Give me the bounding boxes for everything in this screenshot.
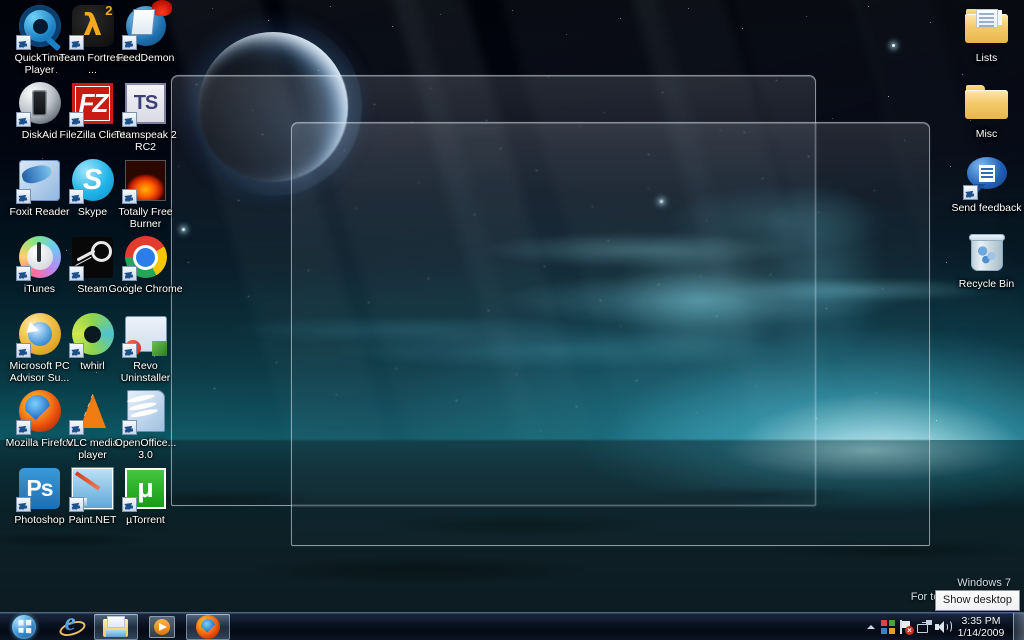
desktop-icon-label: Misc [949, 129, 1024, 141]
aero-peek-window-2[interactable] [291, 122, 930, 546]
shortcut-overlay-icon [963, 185, 978, 200]
desktop-icon-label: Teamspeak 2 RC2 [108, 130, 183, 153]
desktop-icon-teamspeak[interactable]: TS Teamspeak 2 RC2 [108, 79, 183, 153]
taskbar-button-windows-explorer[interactable] [94, 614, 138, 640]
desktop-icon-feeddemon[interactable]: FeedDemon [108, 2, 183, 65]
desktop-icon-label: µTorrent [108, 515, 183, 527]
desktop-icon-label: OpenOffice... 3.0 [108, 438, 183, 461]
show-desktop-button[interactable] [1013, 613, 1024, 640]
shortcut-overlay-icon [69, 35, 84, 50]
shortcut-overlay-icon [69, 266, 84, 281]
shortcut-overlay-icon [16, 343, 31, 358]
watermark-line-1: Windows 7 [911, 576, 1011, 590]
shortcut-overlay-icon [16, 189, 31, 204]
internet-explorer-icon [58, 614, 83, 639]
desktop-icon-label: Revo Uninstaller [108, 361, 183, 384]
shortcut-overlay-icon [69, 497, 84, 512]
shortcut-overlay-icon [69, 189, 84, 204]
windows-logo-icon [12, 615, 36, 639]
shortcut-overlay-icon [122, 189, 137, 204]
shortcut-overlay-icon [122, 420, 137, 435]
openoffice-icon [122, 387, 170, 435]
shortcut-overlay-icon [16, 112, 31, 127]
shortcut-overlay-icon [69, 343, 84, 358]
taskbar-button-internet-explorer[interactable] [48, 614, 92, 640]
taskbar-button-windows-media-player[interactable] [140, 614, 184, 640]
shortcut-overlay-icon [69, 112, 84, 127]
show-desktop-tooltip: Show desktop [935, 590, 1020, 611]
shortcut-overlay-icon [122, 497, 137, 512]
desktop-icon-label: Send feedback [949, 203, 1024, 215]
desktop-icon-google-chrome[interactable]: Google Chrome [108, 233, 183, 296]
volume-icon[interactable] [933, 616, 951, 638]
feeddemon-icon [122, 2, 170, 50]
clock[interactable]: 3:35 PM 1/14/2009 [951, 615, 1013, 639]
shortcut-overlay-icon [69, 420, 84, 435]
mozilla-firefox-icon [196, 615, 220, 639]
desktop-icon-label: Recycle Bin [949, 279, 1024, 291]
taskbar-button-mozilla-firefox[interactable] [186, 614, 230, 640]
utorrent-icon: μ [122, 464, 170, 512]
desktop-icon-label: Google Chrome [108, 284, 183, 296]
shortcut-overlay-icon [122, 343, 137, 358]
recycle-bin-icon [963, 228, 1011, 276]
teamspeak-icon: TS [122, 79, 170, 127]
shortcut-overlay-icon [16, 497, 31, 512]
shortcut-overlay-icon [16, 266, 31, 281]
revo-uninstaller-icon [122, 310, 170, 358]
google-chrome-icon [122, 233, 170, 281]
windows-explorer-icon [103, 616, 129, 638]
folder-documents-icon [963, 2, 1011, 50]
taskbar[interactable]: × 3:35 PM 1/14/2009 [0, 612, 1024, 640]
desktop-icon-send-feedback[interactable]: Send feedback [949, 152, 1024, 215]
windows-media-player-icon [149, 616, 175, 638]
desktop-icon-openoffice[interactable]: OpenOffice... 3.0 [108, 387, 183, 461]
desktop-icon-label: Lists [949, 53, 1024, 65]
shortcut-overlay-icon [16, 420, 31, 435]
start-button[interactable] [1, 614, 47, 640]
folder-icon [963, 78, 1011, 126]
desktop[interactable]: QuickTime Player λ 2 Team Fortress ... FeedD… [0, 0, 1024, 640]
desktop-icon-utorrent[interactable]: μ µTorrent [108, 464, 183, 527]
network-icon[interactable] [915, 616, 933, 638]
desktop-icon-totally-free-burner[interactable]: Totally Free Burner [108, 156, 183, 230]
shortcut-overlay-icon [16, 35, 31, 50]
desktop-icon-folder[interactable]: Misc [949, 78, 1024, 141]
desktop-icon-recycle-bin[interactable]: Recycle Bin [949, 228, 1024, 291]
shortcut-overlay-icon [122, 112, 137, 127]
action-center-icon[interactable] [879, 616, 897, 638]
desktop-icon-revo-uninstaller[interactable]: Revo Uninstaller [108, 310, 183, 384]
shortcut-overlay-icon [122, 35, 137, 50]
desktop-icon-label: Totally Free Burner [108, 207, 183, 230]
shortcut-overlay-icon [122, 266, 137, 281]
system-tray[interactable]: × 3:35 PM 1/14/2009 [863, 613, 1024, 640]
totally-free-burner-icon [122, 156, 170, 204]
send-feedback-icon [963, 152, 1011, 200]
problem-notification-icon[interactable]: × [897, 616, 915, 638]
clock-time: 3:35 PM [956, 615, 1006, 627]
show-hidden-icons-button[interactable] [863, 616, 879, 638]
desktop-icon-folder-documents[interactable]: Lists [949, 2, 1024, 65]
clock-date: 1/14/2009 [956, 627, 1006, 639]
desktop-icon-label: FeedDemon [108, 53, 183, 65]
